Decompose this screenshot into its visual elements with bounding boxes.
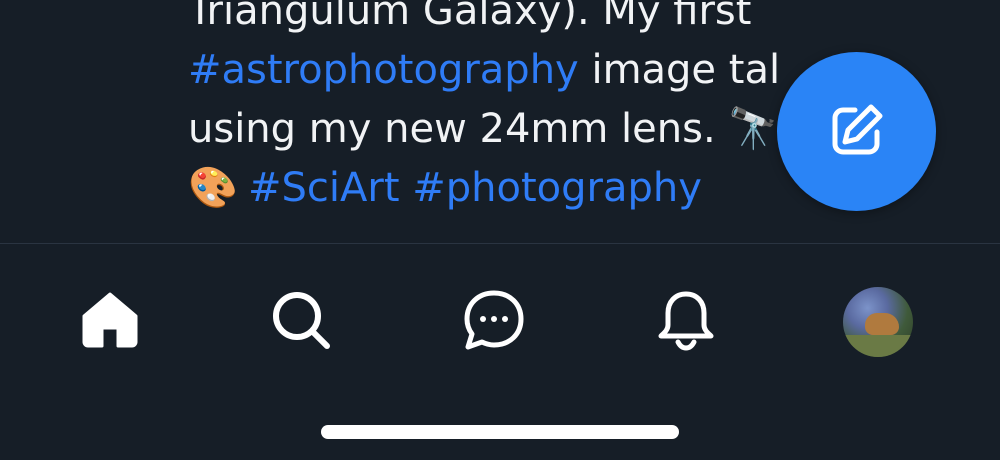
search-icon (269, 288, 333, 356)
bell-icon (654, 288, 718, 356)
avatar-dog (865, 313, 899, 335)
home-indicator[interactable] (321, 425, 679, 439)
tab-messages[interactable] (452, 280, 536, 364)
tab-search[interactable] (259, 280, 343, 364)
post-line-3: using my new 24mm lens. 🔭 (188, 106, 779, 152)
post-text: Triangulum Galaxy). My first #astrophoto… (188, 0, 808, 218)
tab-notifications[interactable] (644, 280, 728, 364)
tab-home[interactable] (68, 280, 152, 364)
chat-bubble-icon (462, 288, 526, 356)
post-line-4: 🎨 #SciArt #photography (188, 159, 808, 218)
hashtag-sciart[interactable]: #SciArt (248, 165, 400, 211)
post-line-2: #astrophotography image tal (188, 41, 808, 100)
hashtag-astrophotography[interactable]: #astrophotography (188, 47, 579, 93)
post-line-1: Triangulum Galaxy). My first (188, 0, 752, 34)
hashtag-photography[interactable]: #photography (412, 165, 702, 211)
avatar-grass (843, 335, 913, 357)
palette-emoji: 🎨 (188, 165, 238, 211)
compose-button[interactable] (777, 52, 936, 211)
post-line-2-text: image tal (578, 47, 781, 93)
home-icon (78, 288, 142, 356)
bottom-tab-bar (0, 244, 1000, 394)
avatar (843, 287, 913, 357)
tab-profile[interactable] (836, 280, 920, 364)
compose-icon (825, 98, 889, 166)
